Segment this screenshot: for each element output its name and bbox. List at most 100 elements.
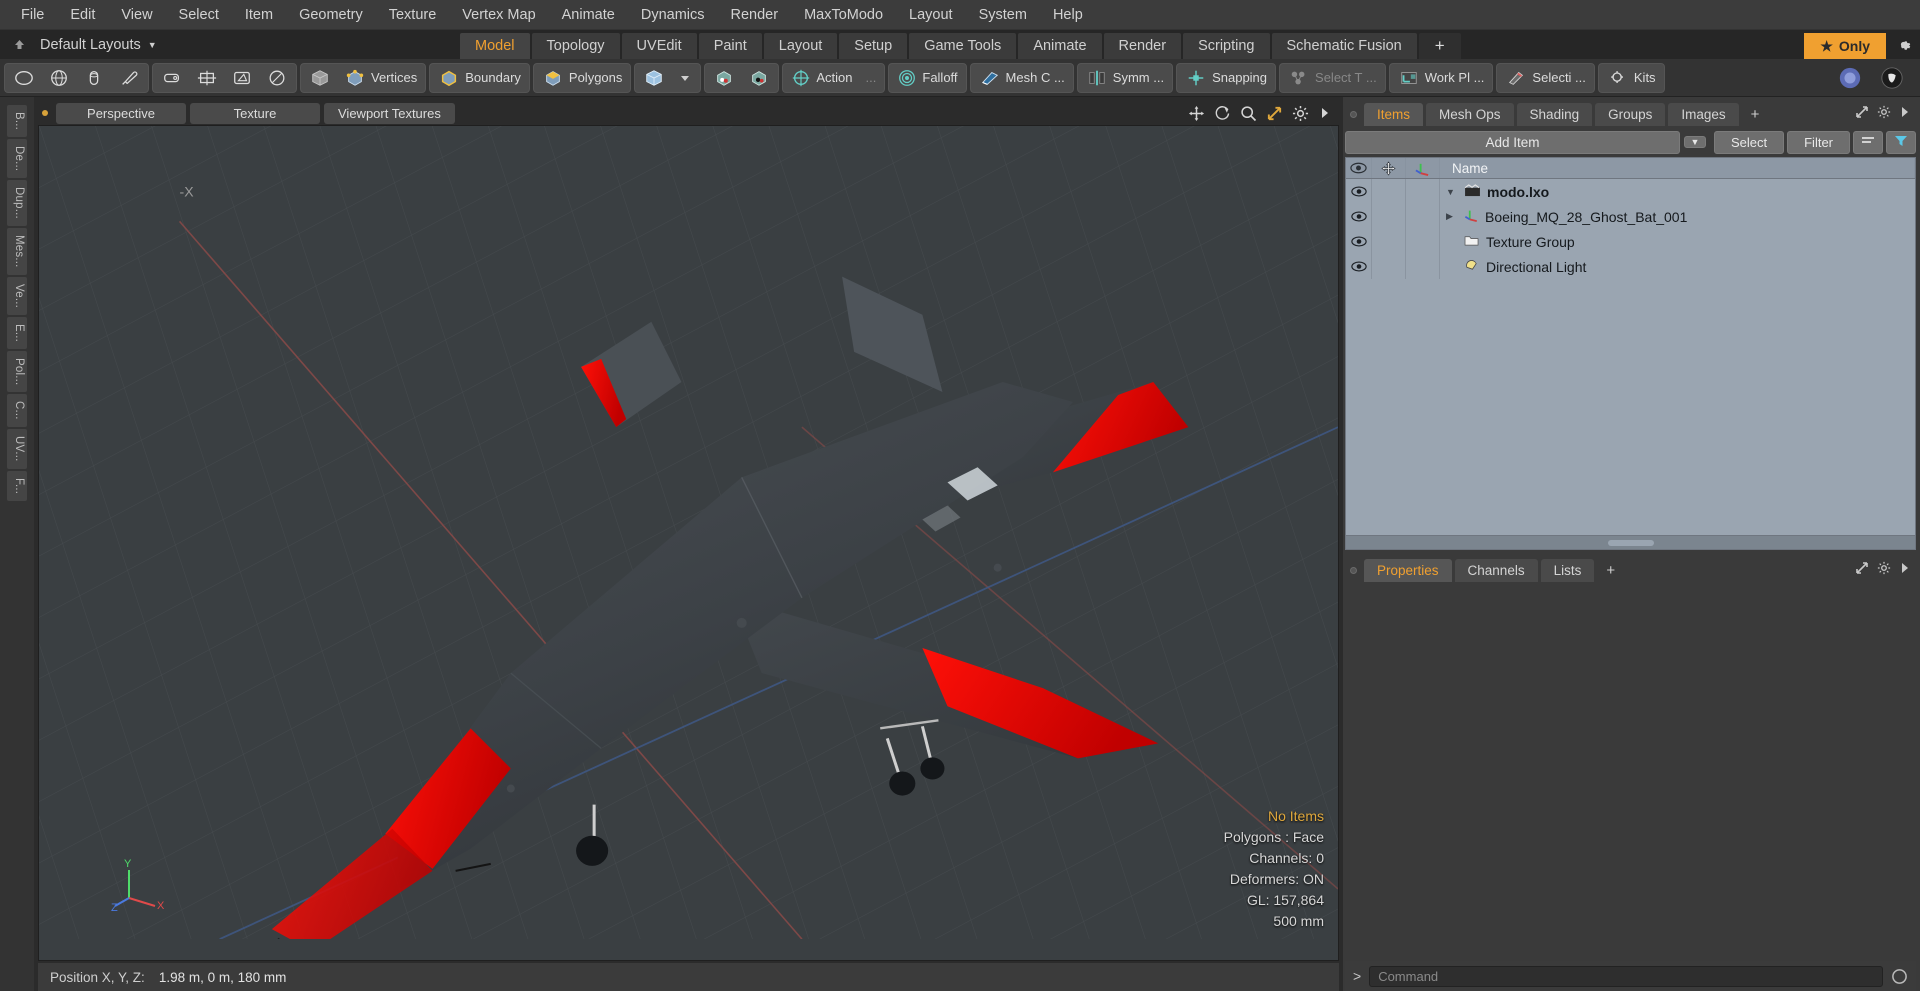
table-row[interactable]: ▶ Boeing_MQ_28_Ghost_Bat_001: [1346, 204, 1915, 229]
snapping-button[interactable]: Snapping: [1179, 65, 1273, 91]
row-axis-cell[interactable]: [1406, 229, 1440, 254]
center-cube-button[interactable]: [707, 65, 741, 91]
viewport-menu-dot-icon[interactable]: [38, 110, 52, 116]
symmetry-button[interactable]: Symm ...: [1080, 65, 1170, 91]
command-input[interactable]: [1369, 965, 1883, 987]
menu-item-dynamics[interactable]: Dynamics: [628, 3, 718, 27]
row-move-cell[interactable]: [1372, 204, 1406, 229]
items-tree-horizontal-scrollbar[interactable]: [1346, 535, 1915, 549]
falloff-button[interactable]: Falloff: [891, 65, 963, 91]
smooth-tool-button[interactable]: [260, 65, 294, 91]
pivot-cube-button[interactable]: [742, 65, 776, 91]
viewport-tab-viewport-textures[interactable]: Viewport Textures: [324, 102, 455, 124]
menu-item-geometry[interactable]: Geometry: [286, 3, 376, 27]
layout-tab-scripting[interactable]: Scripting: [1183, 33, 1270, 59]
panel-tab-items[interactable]: Items: [1364, 102, 1424, 126]
layout-tab-model[interactable]: Model: [460, 33, 530, 59]
panel-tab-groups[interactable]: Groups: [1595, 102, 1666, 126]
ellipse-tool-button[interactable]: [7, 65, 41, 91]
layout-tab-paint[interactable]: Paint: [698, 33, 762, 59]
row-axis-cell[interactable]: [1406, 254, 1440, 279]
layout-tab-layout[interactable]: Layout: [763, 33, 838, 59]
add-layout-tab-button[interactable]: +: [1418, 33, 1461, 59]
panel-tab-lists[interactable]: Lists: [1540, 558, 1595, 582]
row-name-cell[interactable]: Texture Group: [1440, 229, 1915, 254]
vtab-curve[interactable]: C...: [7, 394, 27, 427]
menu-item-vertex-map[interactable]: Vertex Map: [449, 3, 548, 27]
rotate-icon[interactable]: [1214, 105, 1231, 122]
viewport-tab-texture[interactable]: Texture: [190, 102, 320, 124]
menu-item-render[interactable]: Render: [718, 3, 792, 27]
viewport-tab-perspective[interactable]: Perspective: [56, 102, 186, 124]
vtab-vertex[interactable]: Ve...: [7, 276, 27, 315]
row-name-cell[interactable]: ▼ modo.lxo: [1440, 179, 1915, 204]
twirl-right-icon[interactable]: ▶: [1446, 211, 1458, 222]
vtab-uv[interactable]: UV...: [7, 428, 27, 469]
polygons-mode-button[interactable]: Polygons: [536, 65, 628, 91]
row-visibility-eye-icon[interactable]: [1346, 254, 1372, 279]
vtab-polygon[interactable]: Pol...: [7, 350, 27, 393]
properties-gear-icon[interactable]: [1877, 561, 1891, 580]
layout-tab-schematic-fusion[interactable]: Schematic Fusion: [1271, 33, 1417, 59]
layout-tab-animate[interactable]: Animate: [1018, 33, 1102, 59]
zoom-icon[interactable]: [1240, 105, 1257, 122]
item-mode-dropdown-chevron-down-icon[interactable]: [672, 65, 698, 91]
layout-tab-setup[interactable]: Setup: [839, 33, 908, 59]
menu-item-layout[interactable]: Layout: [896, 3, 966, 27]
panel-tab-shading[interactable]: Shading: [1516, 102, 1593, 126]
layout-tab-game-tools[interactable]: Game Tools: [909, 33, 1017, 59]
collapse-arrow-icon[interactable]: [8, 38, 30, 51]
row-move-cell[interactable]: [1372, 254, 1406, 279]
table-row[interactable]: Texture Group: [1346, 229, 1915, 254]
vtab-basic[interactable]: B...: [7, 105, 27, 138]
table-row[interactable]: Directional Light: [1346, 254, 1915, 279]
sphere-tool-button[interactable]: [42, 65, 76, 91]
filter-button[interactable]: Filter: [1787, 130, 1850, 154]
panel-tab-images[interactable]: Images: [1668, 102, 1739, 126]
panel-tab-channels[interactable]: Channels: [1454, 558, 1538, 582]
add-item-chevron-down-icon[interactable]: ▼: [1683, 136, 1706, 148]
add-properties-tab-button[interactable]: +: [1597, 558, 1624, 583]
default-layouts-dropdown[interactable]: Default Layouts ▼: [30, 37, 157, 53]
boundary-mode-button[interactable]: Boundary: [432, 65, 527, 91]
menu-item-system[interactable]: System: [966, 3, 1040, 27]
row-visibility-eye-icon[interactable]: [1346, 204, 1372, 229]
vtab-mesh-edit[interactable]: Mes...: [7, 228, 27, 275]
unreal-logo-icon[interactable]: [1874, 65, 1910, 91]
add-panel-tab-button[interactable]: +: [1742, 102, 1769, 127]
item-mode-button[interactable]: [637, 65, 671, 91]
menu-item-help[interactable]: Help: [1040, 3, 1096, 27]
menu-item-select[interactable]: Select: [166, 3, 232, 27]
action-center-button[interactable]: Action: [785, 65, 858, 91]
select-button[interactable]: Select: [1713, 130, 1785, 154]
twirl-down-icon[interactable]: ▼: [1446, 187, 1458, 197]
layout-settings-gear-icon[interactable]: [1886, 30, 1920, 59]
menu-item-texture[interactable]: Texture: [376, 3, 450, 27]
menu-item-edit[interactable]: Edit: [57, 3, 108, 27]
fit-icon[interactable]: [1266, 105, 1283, 122]
vtab-duplicate[interactable]: Dup...: [7, 180, 27, 227]
menu-item-item[interactable]: Item: [232, 3, 286, 27]
menu-item-animate[interactable]: Animate: [549, 3, 628, 27]
panel-tab-properties[interactable]: Properties: [1364, 558, 1452, 582]
add-item-button[interactable]: Add Item: [1345, 130, 1680, 154]
mesh-constraint-button[interactable]: Mesh C ...: [973, 65, 1071, 91]
properties-popout-icon[interactable]: [1855, 561, 1869, 580]
help-circle-icon[interactable]: [1832, 65, 1868, 91]
panel-tab-mesh-ops[interactable]: Mesh Ops: [1426, 102, 1514, 126]
layout-tab-render[interactable]: Render: [1103, 33, 1182, 59]
row-visibility-eye-icon[interactable]: [1346, 229, 1372, 254]
menu-item-view[interactable]: View: [108, 3, 165, 27]
popout-icon[interactable]: [1855, 105, 1869, 124]
brush-tool-button[interactable]: [112, 65, 146, 91]
menu-item-file[interactable]: File: [8, 3, 57, 27]
row-name-cell[interactable]: Directional Light: [1440, 254, 1915, 279]
pan-icon[interactable]: [1188, 105, 1205, 122]
capsule-tool-button[interactable]: [77, 65, 111, 91]
row-axis-cell[interactable]: [1406, 179, 1440, 204]
row-name-cell[interactable]: ▶ Boeing_MQ_28_Ghost_Bat_001: [1440, 204, 1915, 229]
properties-panel-menu-dot-icon[interactable]: [1345, 566, 1361, 574]
bevel-tool-button[interactable]: [155, 65, 189, 91]
record-icon[interactable]: [1891, 968, 1908, 985]
vtab-fusion[interactable]: F...: [7, 470, 27, 501]
